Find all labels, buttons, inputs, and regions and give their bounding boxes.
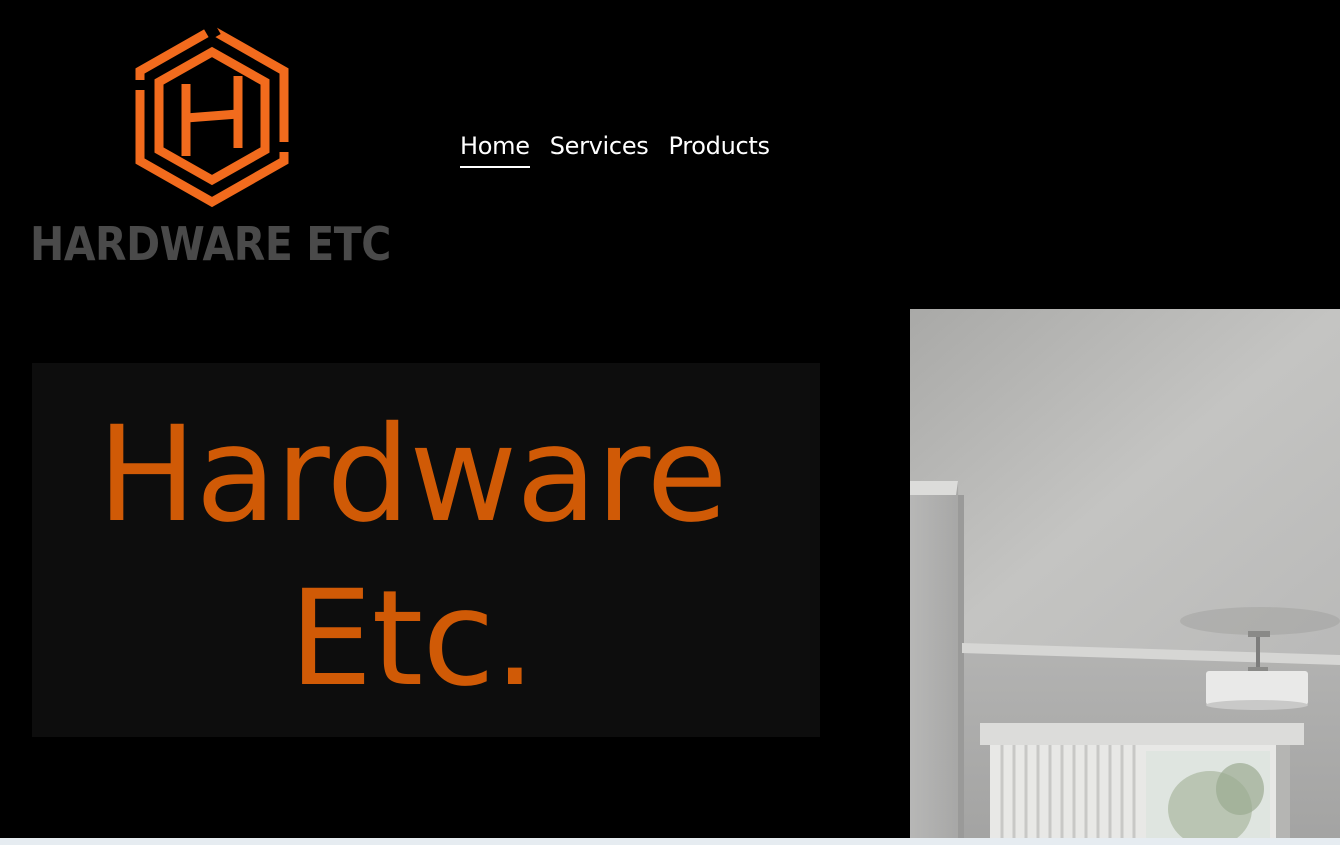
site-logo[interactable]: HARDWARE ETC [28, 24, 398, 274]
hero-title: Hardware Etc. [97, 398, 727, 716]
room-photo-image [910, 309, 1340, 845]
nav-products-link[interactable]: Products [669, 130, 771, 168]
hexagon-h-icon [134, 24, 290, 208]
main-nav: Home Services Products [460, 130, 770, 168]
page-bottom-edge [0, 838, 1340, 845]
room-photo-illustration [910, 309, 1340, 845]
nav-home-link[interactable]: Home [460, 130, 530, 168]
nav-services-link[interactable]: Services [550, 130, 649, 168]
hero-banner: Hardware Etc. [32, 363, 820, 737]
logo-wordmark: HARDWARE ETC [30, 217, 391, 271]
